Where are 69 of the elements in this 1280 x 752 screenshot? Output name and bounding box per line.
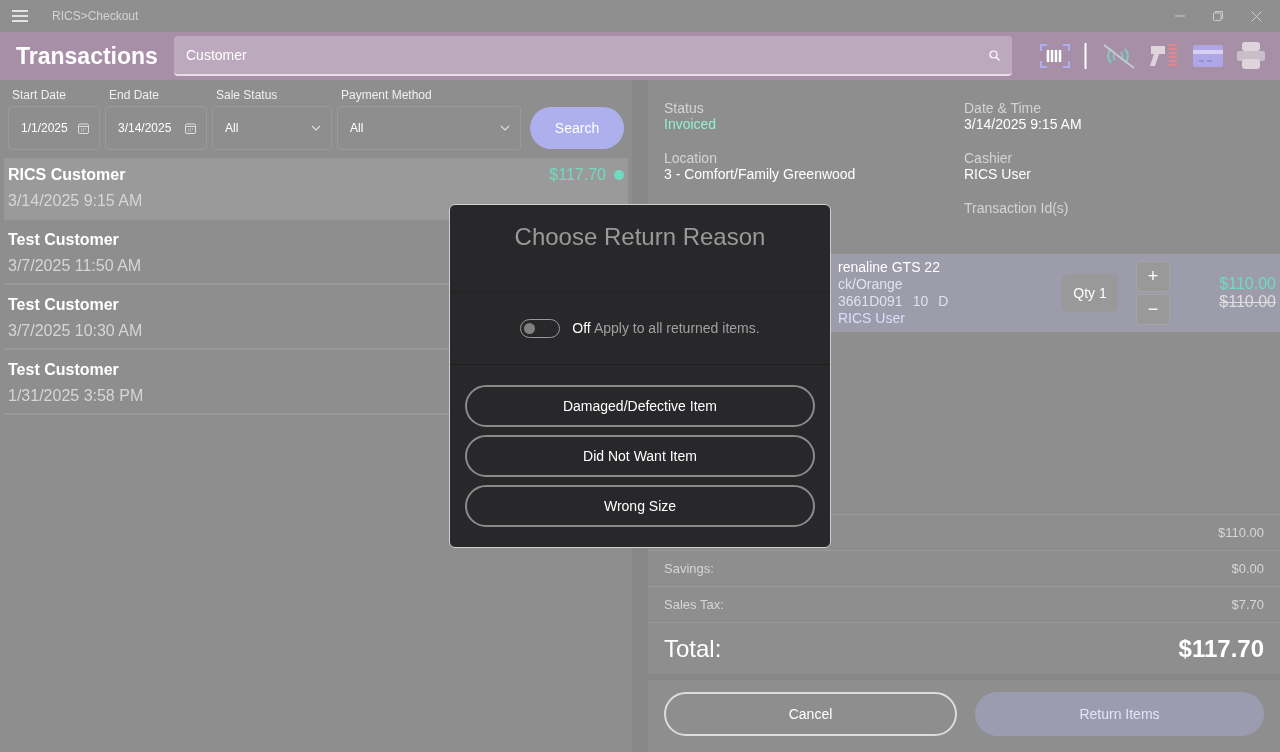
customer-name: RICS Customer (8, 166, 127, 184)
item-price: $110.00 (1219, 275, 1276, 293)
chevron-down-icon (500, 125, 510, 131)
total-value: $110.00 (1217, 525, 1264, 540)
decrease-button[interactable]: − (1136, 294, 1170, 325)
dropdown[interactable]: All (212, 106, 332, 150)
divider-line (1084, 43, 1087, 69)
search-field[interactable]: Customer (174, 36, 1012, 76)
printer-icon[interactable] (1237, 42, 1265, 70)
increase-button[interactable]: + (1136, 261, 1170, 292)
date-field[interactable]: 1/1/2025 (8, 106, 100, 150)
cancel-button[interactable]: Cancel (664, 692, 957, 736)
original-price: $110.00 (1219, 293, 1276, 311)
customer-name: Test Customer (8, 296, 120, 314)
close-icon[interactable] (1251, 10, 1262, 22)
salesperson-name: RICS User (838, 310, 906, 327)
detail-value: 3/14/2025 9:15 AM (964, 116, 1083, 132)
restore-icon[interactable] (1213, 11, 1223, 21)
filter-label: Start Date (11, 88, 68, 102)
customer-name: Test Customer (8, 231, 120, 249)
date-field[interactable]: 3/14/2025 (105, 106, 207, 150)
item-size: 10 (912, 293, 929, 310)
filter-label: Payment Method (340, 88, 433, 102)
transaction-date: 1/31/2025 3:58 PM (8, 387, 144, 405)
scanner-icon[interactable] (1149, 43, 1179, 69)
filter-label: End Date (108, 88, 161, 102)
detail-value: RICS User (964, 166, 1032, 182)
page-title: Transactions (16, 42, 158, 70)
item-width: D (938, 293, 949, 310)
reason-button[interactable]: Wrong Size (465, 485, 815, 527)
menu-icon[interactable] (12, 10, 28, 22)
calendar-icon (78, 122, 89, 134)
app-title: RICS>Checkout (52, 9, 139, 23)
credit-card-icon[interactable] (1193, 44, 1223, 68)
dropdown[interactable]: All (337, 106, 521, 150)
total-value: $0.00 (1231, 561, 1264, 576)
barcode-scan-icon[interactable] (1040, 43, 1070, 69)
total-label: Sales Tax: (664, 597, 724, 612)
signal-off-icon[interactable] (1101, 43, 1135, 69)
detail-label: Status (664, 100, 705, 116)
total-value: $7.70 (1231, 597, 1264, 612)
filter-label: Sale Status (215, 88, 279, 102)
detail-label: Location (664, 150, 718, 166)
dialog-title: Choose Return Reason (450, 205, 830, 293)
grand-total-label: Total: (664, 634, 722, 663)
detail-label: Date & Time (964, 100, 1043, 116)
search-button[interactable]: Search (530, 107, 624, 149)
transaction-date: 3/14/2025 9:15 AM (8, 192, 143, 210)
item-sku: 3661D091 (838, 293, 903, 310)
grand-total-value: $117.70 (1178, 634, 1264, 663)
search-icon (989, 49, 1000, 61)
detail-value: 3 - Comfort/Family Greenwood (664, 166, 857, 182)
reason-button[interactable]: Damaged/Defective Item (465, 385, 815, 427)
item-name: renaline GTS 22 (838, 259, 941, 276)
transaction-date: 3/7/2025 10:30 AM (8, 322, 143, 340)
total-label: Savings: (664, 561, 714, 576)
chevron-down-icon (311, 125, 321, 131)
reason-button[interactable]: Did Not Want Item (465, 435, 815, 477)
item-color: ck/Orange (838, 276, 904, 293)
customer-name: Test Customer (8, 361, 120, 379)
transaction-amount: $117.70 (549, 166, 606, 184)
detail-label: Cashier (964, 150, 1014, 166)
calendar-icon (185, 122, 196, 134)
transaction-date: 3/7/2025 11:50 AM (8, 257, 142, 275)
return-items-button[interactable]: Return Items (975, 692, 1264, 736)
transaction-row[interactable]: RICS Customer 3/14/2025 9:15 AM $117.70 (4, 158, 628, 220)
quantity-badge[interactable]: Qty 1 (1062, 274, 1118, 312)
detail-label: Transaction Id(s) (964, 200, 1070, 216)
detail-value: Invoiced (664, 116, 718, 132)
